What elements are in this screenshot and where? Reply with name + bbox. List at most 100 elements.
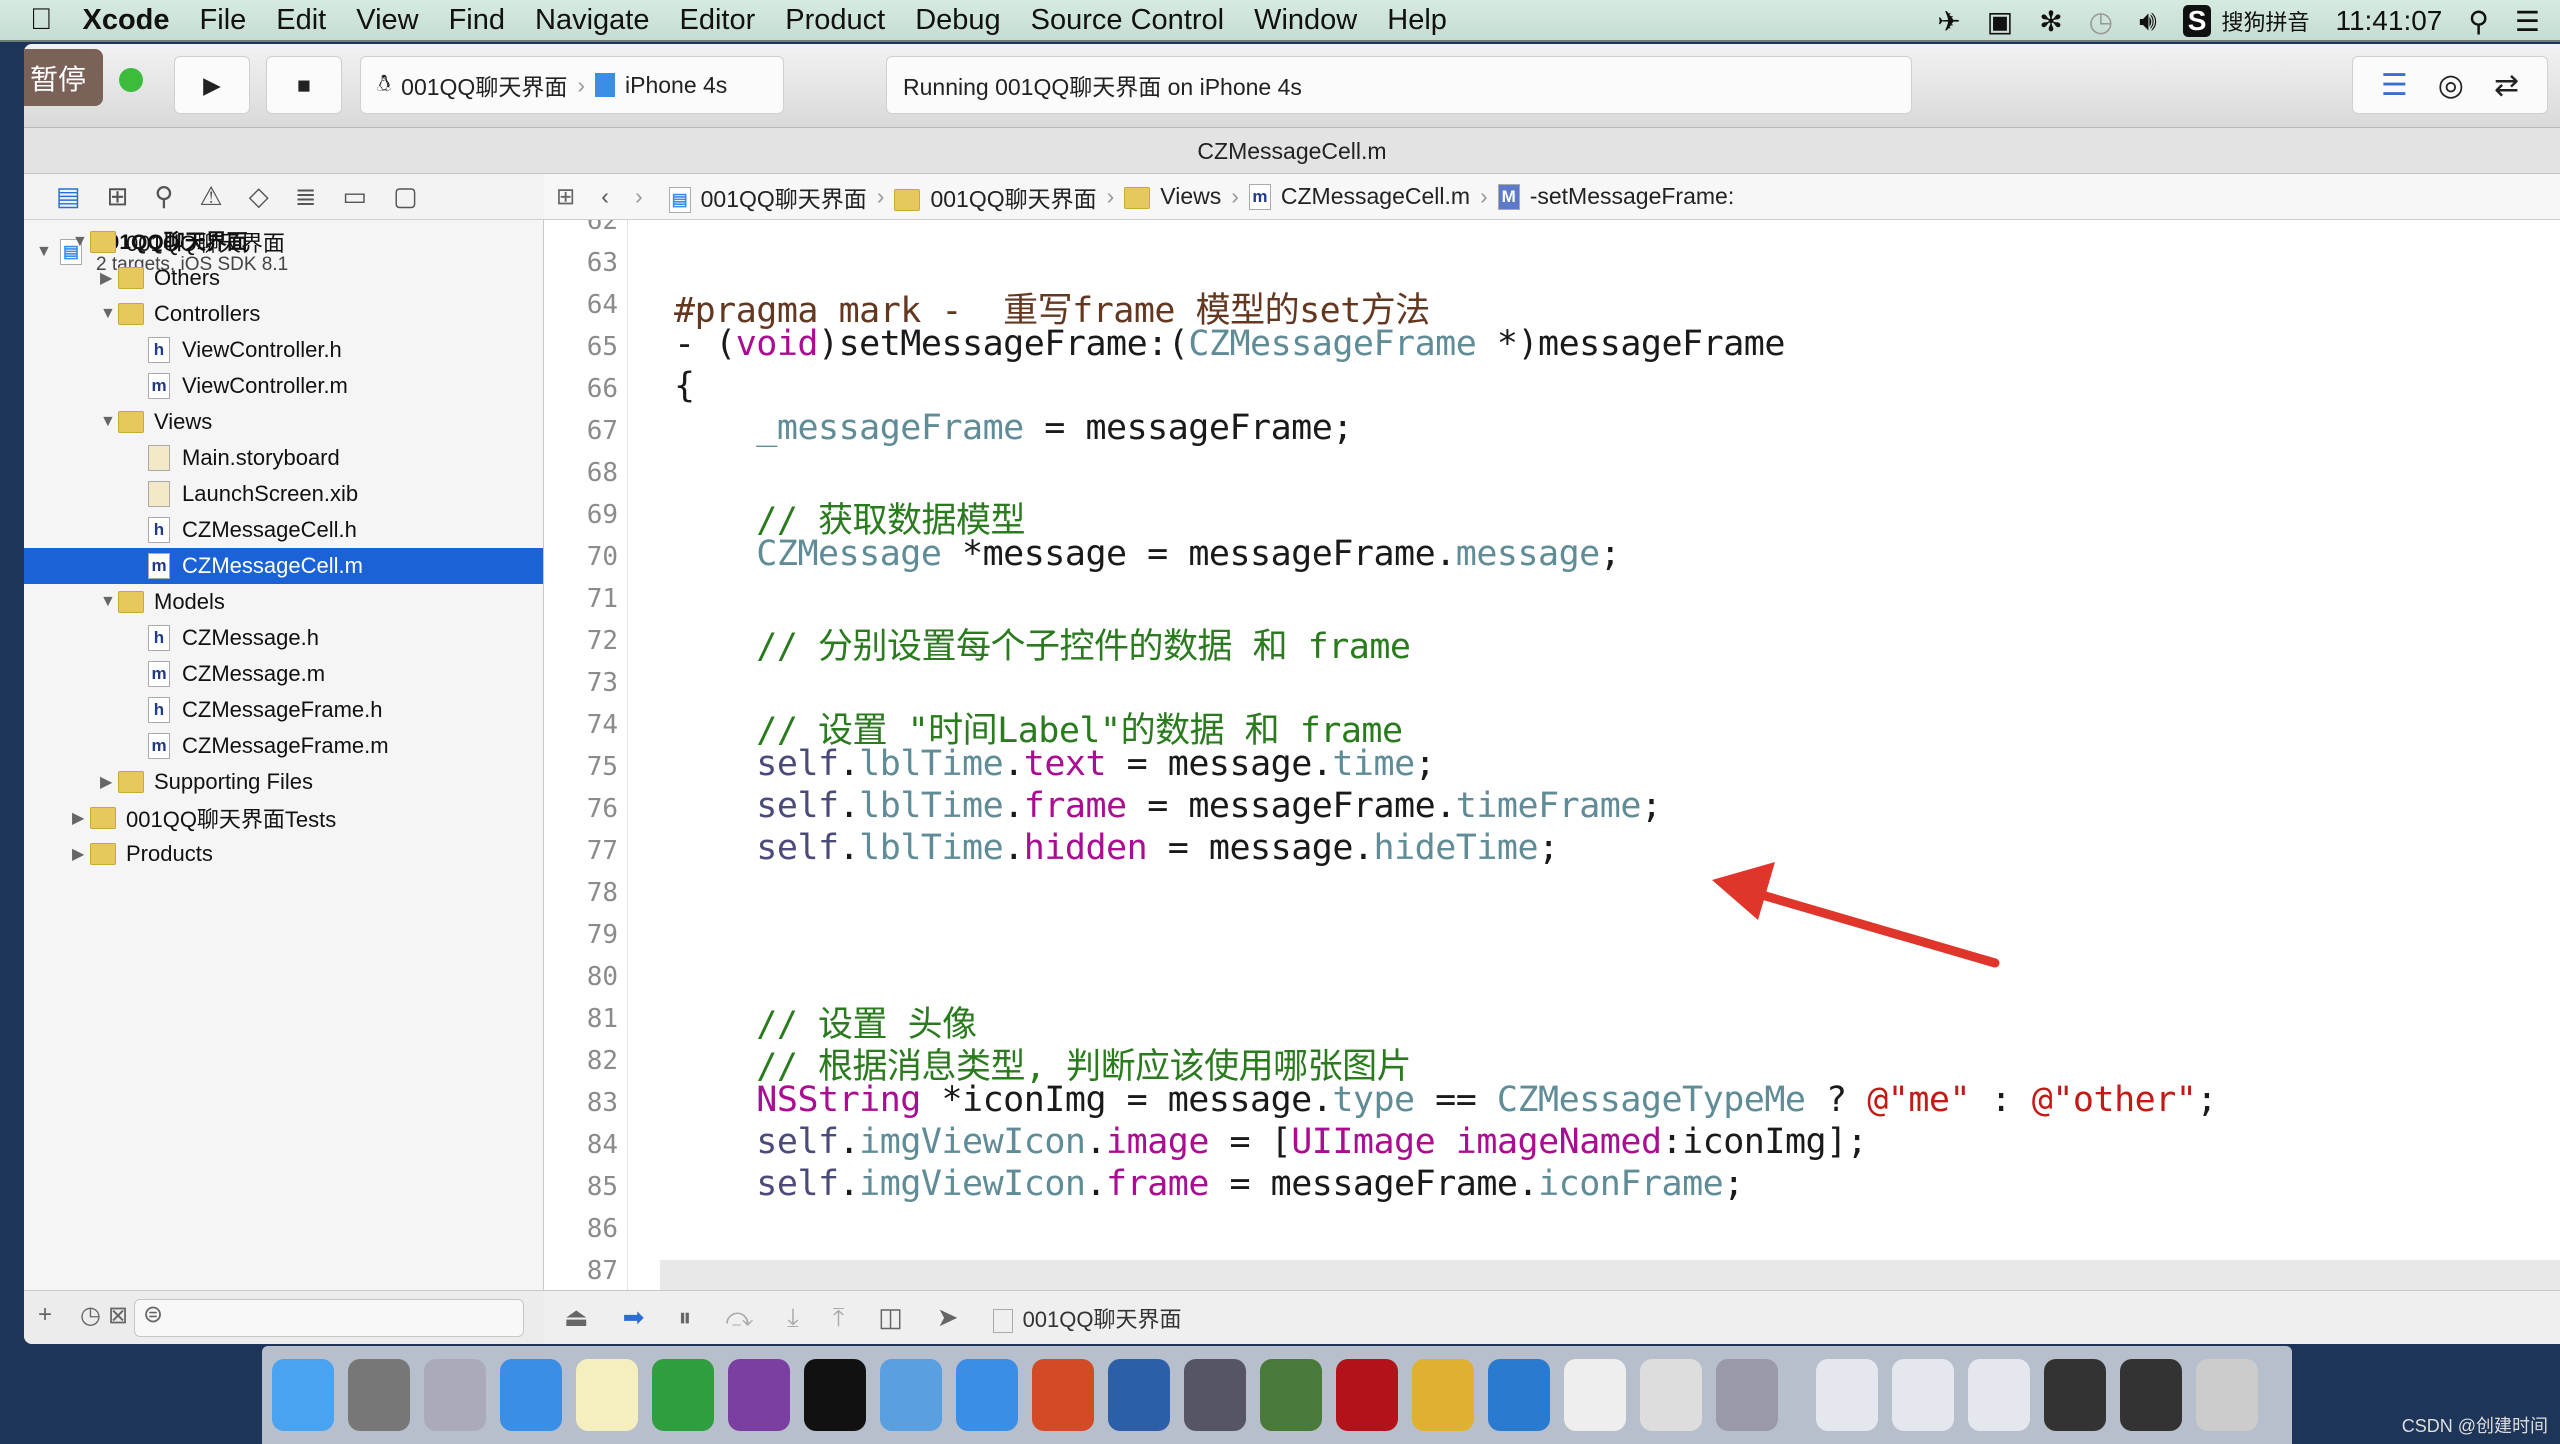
navigator-item[interactable]: m CZMessageCell.m [24,548,543,584]
code-line[interactable]: // 分别设置每个子控件的数据 和 frame [674,618,1411,669]
navigator-item[interactable]: ▼ Controllers [24,296,543,332]
hide-debug-area-icon[interactable]: ⏏ [564,1302,589,1333]
disclosure-closed-icon[interactable]: ▶ [72,844,84,864]
project-navigator-icon[interactable]: ▤ [56,181,81,212]
step-out-icon[interactable]: ⤒ [833,1302,845,1334]
jump-method[interactable]: M -setMessageFrame: [1497,183,1734,211]
navigator-item[interactable]: ▶ Others [24,260,543,296]
code-line[interactable]: self.lblTime.text = message.time; [674,744,1435,784]
standard-editor-icon[interactable]: ☰ [2381,68,2408,103]
dock-documents-icon[interactable] [1892,1359,1954,1431]
clock[interactable]: 11:41:07 [2335,5,2442,37]
report-navigator-icon[interactable]: ▢ [393,181,418,212]
code-line[interactable]: self.lblTime.hidden = message.hideTime; [674,828,1559,868]
dock-excel-icon[interactable] [652,1359,714,1431]
code-line[interactable]: self.imgViewIcon.frame = messageFrame.ic… [674,1164,1744,1204]
menu-view[interactable]: View [356,4,418,37]
jump-group[interactable]: 001QQ聊天界面 [894,180,1097,214]
navigator-item[interactable]: m CZMessageFrame.m [24,728,543,764]
disclosure-closed-icon[interactable]: ▶ [100,268,112,288]
dock-terminal-icon[interactable] [804,1359,866,1431]
navigator-item[interactable]: ▶ Products [24,836,543,872]
debug-navigator-icon[interactable]: ≣ [295,181,317,212]
code-line[interactable]: self.imgViewIcon.image = [UIImage imageN… [674,1122,1867,1162]
menu-source-control[interactable]: Source Control [1031,4,1224,37]
dock-downloads-icon[interactable] [1816,1359,1878,1431]
menu-debug[interactable]: Debug [915,4,1000,37]
step-over-icon[interactable]: ⤼ [725,1302,753,1334]
dock-screenshot-icon[interactable] [1108,1359,1170,1431]
dock-filezilla-icon[interactable] [1336,1359,1398,1431]
jump-file[interactable]: m CZMessageCell.m [1248,183,1470,211]
menu-editor[interactable]: Editor [679,4,755,37]
apple-menu-icon[interactable]:  [30,3,53,37]
code-line[interactable]: { [674,366,695,406]
issue-navigator-icon[interactable]: ⚠ [199,181,222,212]
version-editor-icon[interactable]: ⇄ [2494,68,2519,103]
disclosure-open-icon[interactable]: ▼ [100,593,116,611]
dock-word-icon[interactable] [1488,1359,1550,1431]
volume-icon[interactable]: 🔊︎ [2139,5,2157,38]
dock-preview-2-icon[interactable] [1716,1359,1778,1431]
scheme-selector[interactable]: 🐧︎ 001QQ聊天界面 › iPhone 4s [360,56,784,114]
navigator-item[interactable]: m ViewController.m [24,368,543,404]
assistant-editor-icon[interactable]: ◎ [2438,68,2464,103]
time-machine-icon[interactable]: ◷ [2089,5,2113,38]
navigator-item[interactable]: LaunchScreen.xib [24,476,543,512]
jump-views[interactable]: Views [1124,183,1221,210]
dock-keychain-icon[interactable] [1260,1359,1322,1431]
dock-finder-icon[interactable] [272,1359,334,1431]
symbol-navigator-icon[interactable]: ⊞ [107,181,129,212]
dock-instruments-icon[interactable] [1412,1359,1474,1431]
dock-safari-icon[interactable] [500,1359,562,1431]
code-line[interactable]: self.lblTime.frame = messageFrame.timeFr… [674,786,1662,826]
breakpoints-toggle-icon[interactable]: ➡ [623,1302,645,1333]
navigator-item[interactable]: Main.storyboard [24,440,543,476]
dock-system-preferences-icon[interactable] [348,1359,410,1431]
navigator-item[interactable]: ▶ 001QQ聊天界面Tests [24,800,543,836]
navigator-item[interactable]: ▼ 001QQ聊天界面 [24,224,543,260]
code-line[interactable]: - (void)setMessageFrame:(CZMessageFrame … [674,324,1785,364]
navigator-item[interactable]: ▶ Supporting Files [24,764,543,800]
dock-trash-icon[interactable] [2196,1359,2258,1431]
zoom-window-button[interactable] [119,68,143,92]
dock-server-icon[interactable] [2044,1359,2106,1431]
jump-project[interactable]: ▤ 001QQ聊天界面 [668,180,867,214]
dock-onenote-icon[interactable] [728,1359,790,1431]
dock-textedit-icon[interactable] [1564,1359,1626,1431]
view-debugger-icon[interactable]: ◫ [878,1302,903,1333]
code-line[interactable]: CZMessage *message = messageFrame.messag… [674,534,1621,574]
code-line[interactable]: NSString *iconImg = message.type == CZMe… [674,1080,2217,1120]
dock-desktop-icon[interactable] [1968,1359,2030,1431]
menu-window[interactable]: Window [1254,4,1357,37]
pause-icon[interactable]: ⏸ [678,1302,691,1334]
menu-find[interactable]: Find [449,4,505,37]
disclosure-open-icon[interactable]: ▼ [72,233,88,251]
airplane-icon[interactable]: ✈ [1937,5,1960,38]
disclosure-open-icon[interactable]: ▼ [100,305,116,323]
navigator-item[interactable]: ▼ Views [24,404,543,440]
add-icon[interactable]: + [38,1301,52,1329]
sogou-icon[interactable]: S [2182,5,2212,37]
back-button[interactable]: ‹ [601,183,609,210]
test-navigator-icon[interactable]: ◇ [249,181,269,212]
dock-photo-slideshow-icon[interactable] [1184,1359,1246,1431]
debug-target[interactable]: 001QQ聊天界面 [992,1302,1182,1334]
dock-launchpad-icon[interactable] [424,1359,486,1431]
dock-powerpoint-icon[interactable] [1032,1359,1094,1431]
dock-preview-icon[interactable] [956,1359,1018,1431]
menu-product[interactable]: Product [785,4,885,37]
dock-server-2-icon[interactable] [2120,1359,2182,1431]
forward-button[interactable]: › [635,183,643,210]
menu-edit[interactable]: Edit [276,4,326,37]
navigator-item[interactable]: h CZMessageCell.h [24,512,543,548]
navigator-item[interactable]: m CZMessage.m [24,656,543,692]
menu-help[interactable]: Help [1387,4,1447,37]
menu-app[interactable]: Xcode [83,4,170,37]
recent-files-icon[interactable]: ◷ [80,1301,101,1330]
menu-file[interactable]: File [200,4,247,37]
code-line[interactable]: _messageFrame = messageFrame; [674,408,1353,448]
disclosure-closed-icon[interactable]: ▶ [72,808,84,828]
input-method[interactable]: 搜狗拼音 [2221,5,2309,37]
navigator-item[interactable]: h ViewController.h [24,332,543,368]
